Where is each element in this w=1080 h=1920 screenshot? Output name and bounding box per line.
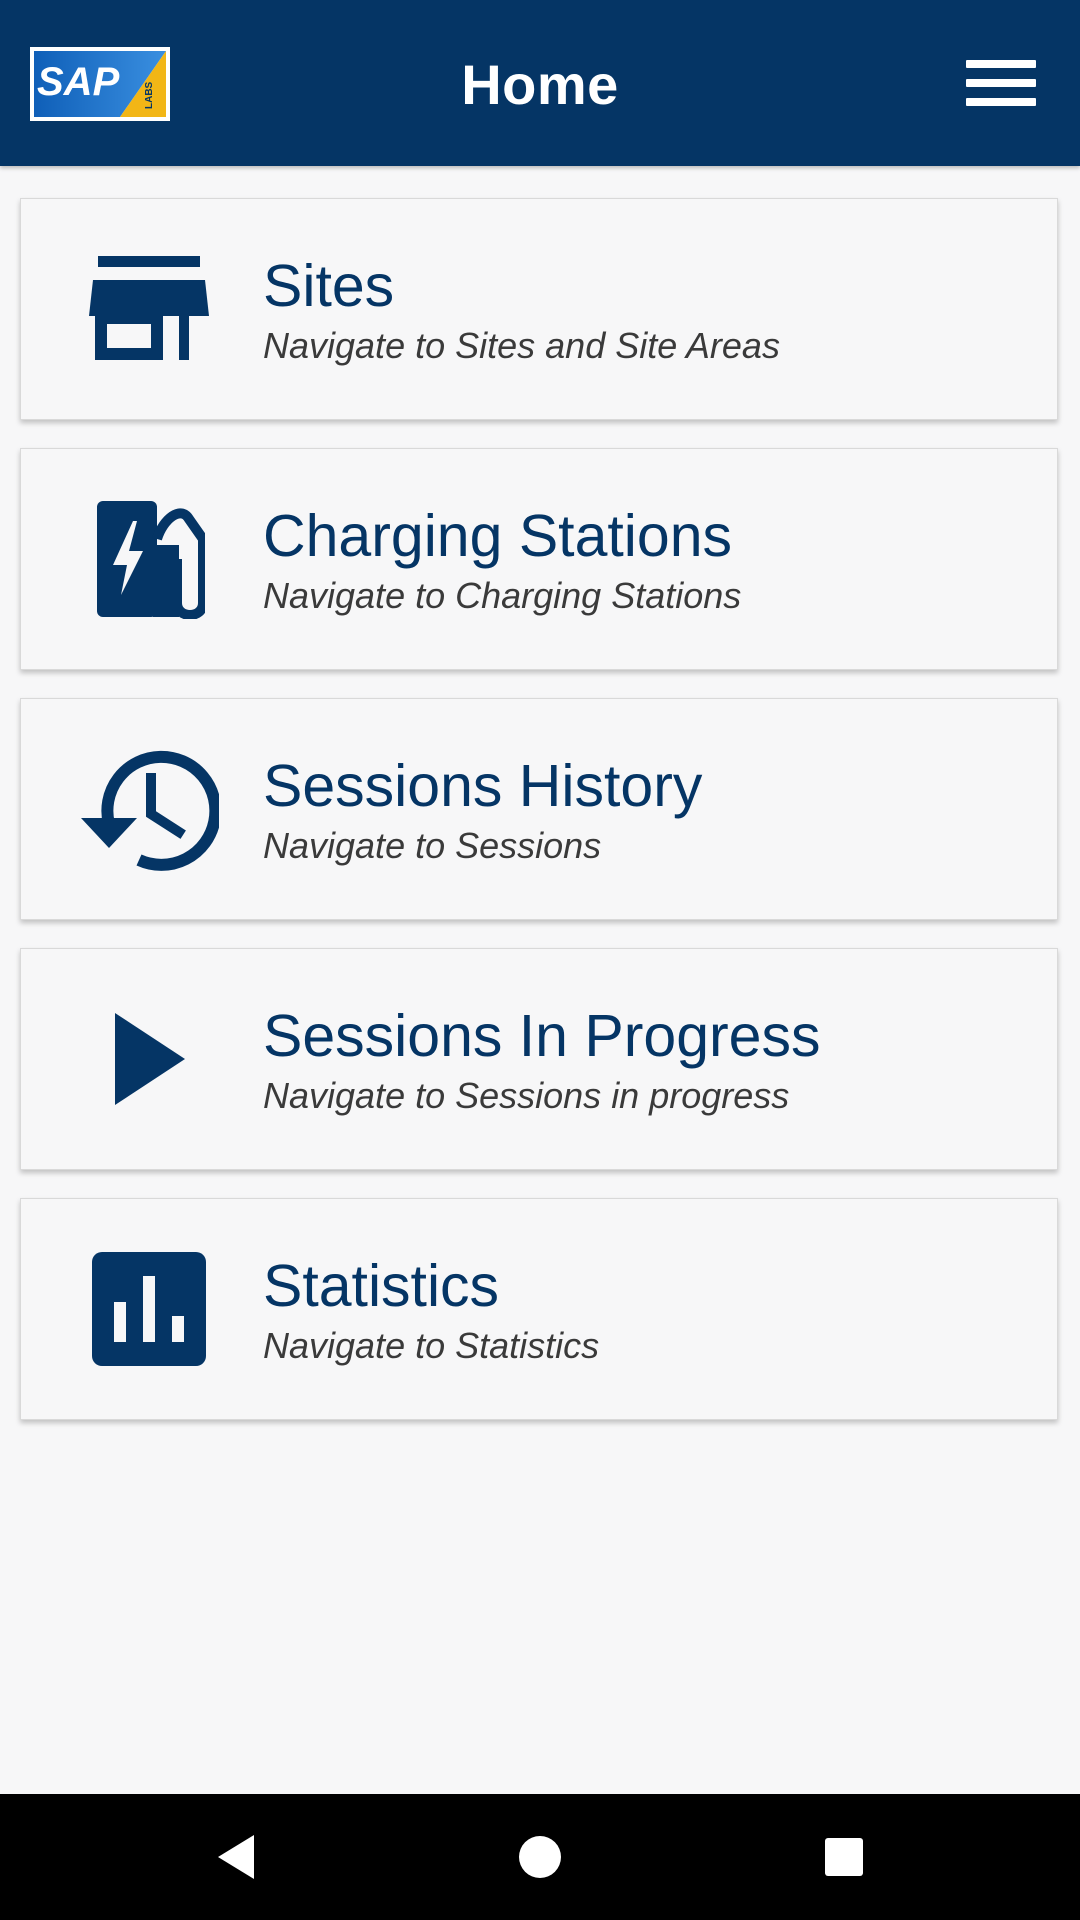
menu-line	[966, 60, 1036, 68]
card-subtitle: Navigate to Charging Stations	[263, 575, 742, 616]
card-title: Sessions History	[263, 753, 703, 819]
card-title: Charging Stations	[263, 503, 733, 569]
app-bar: SAP LABS Home	[0, 0, 1080, 166]
play-icon	[79, 989, 219, 1129]
sites-card[interactable]: Sites Navigate to Sites and Site Areas	[20, 198, 1058, 420]
charging-stations-card[interactable]: Charging Stations Navigate to Charging S…	[20, 448, 1058, 670]
history-icon	[79, 739, 219, 879]
recents-square-icon[interactable]	[784, 1794, 904, 1920]
home-menu-list: Sites Navigate to Sites and Site Areas C…	[20, 198, 1058, 1448]
ev-station-icon	[79, 489, 219, 629]
system-navigation-bar	[0, 1794, 1080, 1920]
card-title: Sessions In Progress	[263, 1003, 821, 1069]
card-subtitle: Navigate to Sessions in progress	[263, 1075, 790, 1116]
sessions-history-card[interactable]: Sessions History Navigate to Sessions	[20, 698, 1058, 920]
home-circle-icon[interactable]	[480, 1794, 600, 1920]
menu-line	[966, 98, 1036, 106]
card-subtitle: Navigate to Statistics	[263, 1325, 600, 1366]
back-triangle-icon[interactable]	[176, 1794, 296, 1920]
bar-chart-icon	[79, 1239, 219, 1379]
card-subtitle: Navigate to Sessions	[263, 825, 602, 866]
card-subtitle: Navigate to Sites and Site Areas	[263, 325, 780, 366]
hamburger-menu-icon[interactable]	[958, 52, 1050, 114]
store-icon	[79, 239, 219, 379]
statistics-card[interactable]: Statistics Navigate to Statistics	[20, 1198, 1058, 1420]
menu-line	[966, 79, 1036, 87]
page-title: Home	[461, 53, 619, 116]
card-title: Sites	[263, 253, 395, 319]
sessions-in-progress-card[interactable]: Sessions In Progress Navigate to Session…	[20, 948, 1058, 1170]
card-title: Statistics	[263, 1253, 500, 1319]
